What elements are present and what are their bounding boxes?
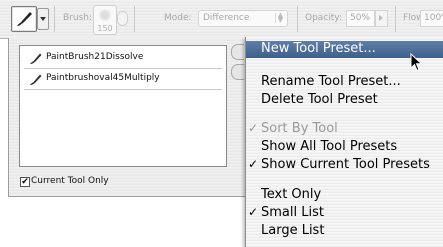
toolbar-separator xyxy=(134,6,135,32)
new-preset-button[interactable] xyxy=(231,64,244,80)
panel-menu-button[interactable] xyxy=(231,44,244,60)
checkmark-icon: ✓ xyxy=(248,121,259,135)
menu-item-rename-tool-preset[interactable]: Rename Tool Preset... xyxy=(246,74,443,91)
paintbrush-icon xyxy=(30,74,42,85)
menu-item-label: Show All Tool Presets xyxy=(261,139,398,154)
tool-preset-picker[interactable] xyxy=(11,6,37,32)
mode-label: Mode: xyxy=(164,13,192,23)
paintbrush-icon xyxy=(30,53,42,64)
preset-name: PaintBrush21Dissolve xyxy=(46,52,144,62)
mouse-pointer-icon xyxy=(410,53,423,72)
menu-item-label: Small List xyxy=(261,205,324,220)
brush-size-value: 150 xyxy=(97,24,113,33)
menu-item-delete-tool-preset[interactable]: Delete Tool Preset xyxy=(246,92,443,109)
toolbar-separator xyxy=(297,6,298,32)
current-tool-only-checkbox[interactable]: ✔ xyxy=(20,177,30,187)
checkmark-icon: ✓ xyxy=(248,205,259,219)
menu-item-label: Text Only xyxy=(261,187,322,202)
updown-arrows-icon: ▲ ▼ xyxy=(275,12,285,24)
menu-item-show-all-tool-presets[interactable]: Show All Tool Presets xyxy=(246,139,443,156)
menu-item-large-list[interactable]: Large List xyxy=(246,223,443,240)
mode-value: Difference xyxy=(203,13,250,23)
list-item[interactable]: PaintBrush21Dissolve xyxy=(24,48,222,69)
brush-dropdown-button[interactable] xyxy=(117,11,128,26)
flow-value: 100% xyxy=(424,13,443,23)
list-item[interactable]: Paintbrushoval45Multiply xyxy=(24,69,222,90)
opacity-label: Opacity: xyxy=(305,13,342,23)
current-tool-only-label: Current Tool Only xyxy=(31,176,109,186)
brush-label: Brush: xyxy=(63,13,93,23)
brush-preview[interactable]: 150 xyxy=(93,5,117,35)
toolbar-separator xyxy=(54,6,55,32)
flow-input[interactable]: 100% xyxy=(420,10,443,27)
tool-presets-list: PaintBrush21Dissolve Paintbrushoval45Mul… xyxy=(19,45,227,167)
menu-item-show-current-tool-presets[interactable]: ✓ Show Current Tool Presets xyxy=(246,157,443,174)
menu-item-label: Sort By Tool xyxy=(261,121,338,136)
preset-name: Paintbrushoval45Multiply xyxy=(46,73,160,83)
mode-select[interactable]: Difference ▲ ▼ xyxy=(198,10,288,27)
toolbar-separator xyxy=(395,6,396,32)
opacity-value: 50% xyxy=(350,13,371,23)
paintbrush-icon xyxy=(17,12,32,26)
opacity-input[interactable]: 50% xyxy=(346,10,375,27)
menu-item-sort-by-tool[interactable]: ✓ Sort By Tool xyxy=(246,121,443,138)
menu-item-label: New Tool Preset... xyxy=(261,41,376,56)
menu-item-small-list[interactable]: ✓ Small List xyxy=(246,205,443,222)
tool-preset-dropdown-arrow[interactable] xyxy=(37,8,49,30)
brush-tip-icon xyxy=(99,9,111,21)
opacity-slider-button[interactable] xyxy=(375,10,388,27)
menu-item-text-only[interactable]: Text Only xyxy=(246,187,443,204)
menu-item-label: Show Current Tool Presets xyxy=(261,157,430,172)
checkmark-icon: ✓ xyxy=(248,157,259,171)
menu-item-label: Large List xyxy=(261,223,325,238)
menu-item-label: Rename Tool Preset... xyxy=(261,74,401,89)
options-bar: Brush: 150 Mode: Difference ▲ ▼ Opacity: … xyxy=(0,0,443,39)
menu-item-label: Delete Tool Preset xyxy=(261,92,378,107)
